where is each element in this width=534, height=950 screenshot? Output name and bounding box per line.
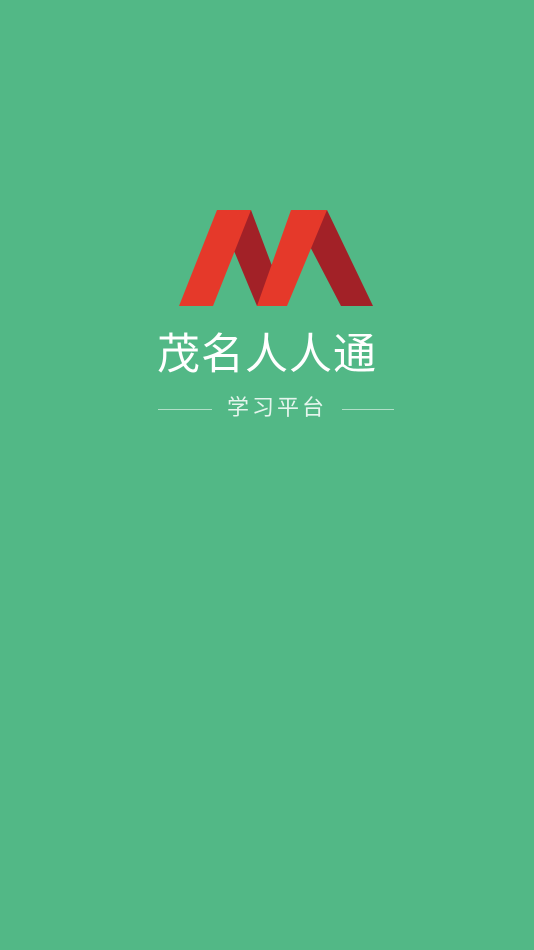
- subtitle-row: 学习平台: [0, 392, 534, 426]
- left-divider: [158, 409, 212, 410]
- app-subtitle: 学习平台: [226, 396, 327, 421]
- right-divider: [342, 409, 394, 410]
- splash-screen: 茂名人人通 学习平台: [0, 0, 534, 950]
- app-name: 茂名人人通: [157, 330, 377, 380]
- m-ribbon-logo-icon: [179, 210, 373, 306]
